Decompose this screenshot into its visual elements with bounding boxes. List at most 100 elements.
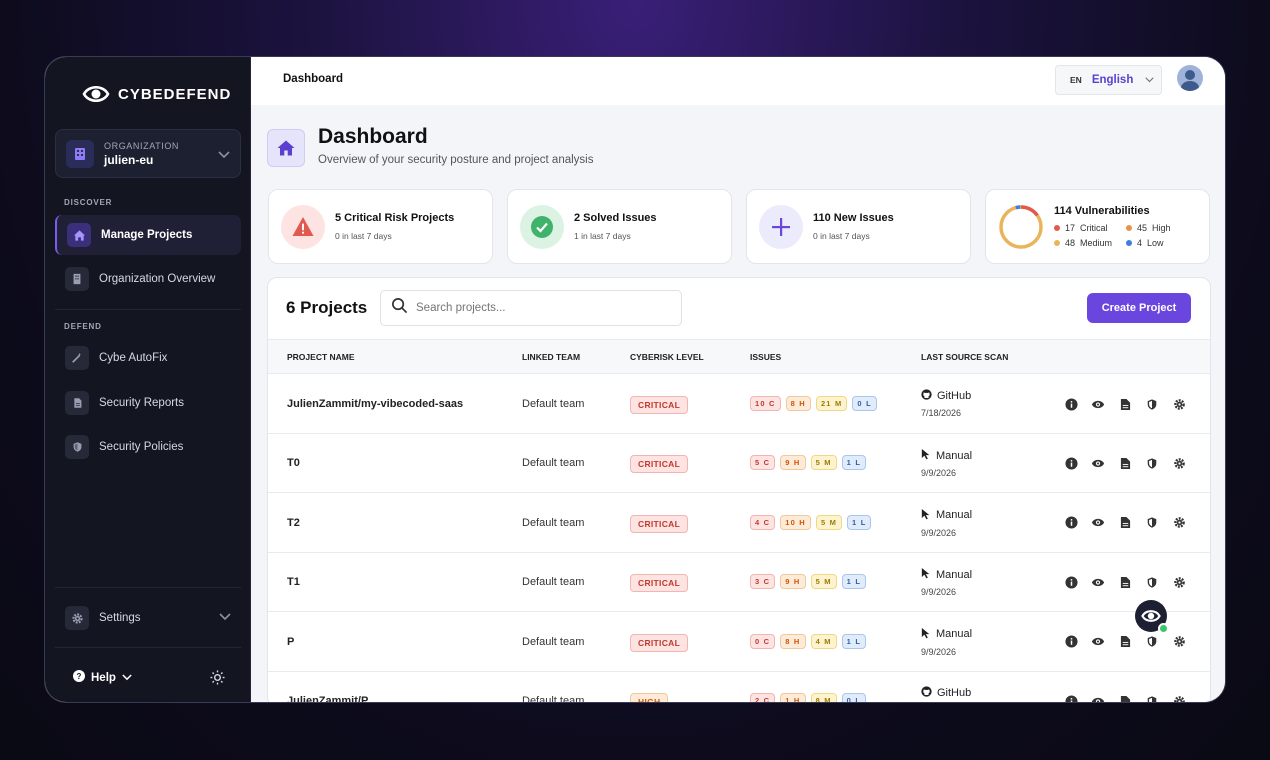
gear-icon[interactable] bbox=[1171, 574, 1187, 590]
high-count-badge: 8 H bbox=[785, 396, 811, 411]
table-row[interactable]: T0 Default team CRITICAL 5 C9 H5 M1 L Manual… bbox=[268, 434, 1210, 494]
document-icon[interactable] bbox=[1117, 455, 1133, 471]
project-name[interactable]: JulienZammit/P bbox=[287, 695, 368, 702]
document-icon[interactable] bbox=[1117, 515, 1133, 531]
row-actions bbox=[1063, 396, 1187, 412]
low-count-badge: 1 L bbox=[847, 514, 872, 530]
shield-icon[interactable] bbox=[1144, 634, 1160, 650]
stat-card-vulnerabilities[interactable]: 114 Vulnerabilities 17 Critical 45 High … bbox=[985, 189, 1210, 264]
stat-card-critical-projects[interactable]: 5 Critical Risk Projects 0 in last 7 day… bbox=[268, 189, 493, 264]
gear-icon[interactable] bbox=[1171, 515, 1187, 531]
online-status-dot bbox=[1158, 623, 1169, 634]
legend-critical: 17 Critical bbox=[1054, 223, 1126, 233]
sidebar-item-cybe-autofix[interactable]: Cybe AutoFix bbox=[55, 338, 241, 378]
stat-title: 110 New Issues bbox=[813, 212, 894, 224]
issue-counts: 3 C9 H5 M1 L bbox=[750, 574, 867, 590]
issue-counts: 2 C 1 H 8 M 0 L bbox=[750, 693, 867, 702]
scan-date: 9/9/2026 bbox=[921, 527, 957, 538]
sidebar-item-label: Organization Overview bbox=[99, 273, 216, 285]
building-icon bbox=[65, 267, 89, 291]
scan-source: GitHub bbox=[937, 390, 972, 402]
medium-count-badge: 4 M bbox=[810, 633, 837, 649]
sidebar-item-label: Security Policies bbox=[99, 441, 184, 453]
chevron-down-icon bbox=[122, 672, 132, 684]
chat-widget-button[interactable] bbox=[1135, 600, 1169, 634]
column-header-project-name[interactable]: PROJECT NAME bbox=[287, 352, 355, 362]
document-icon[interactable] bbox=[1117, 396, 1133, 412]
info-icon[interactable] bbox=[1063, 693, 1079, 702]
document-icon bbox=[65, 391, 89, 415]
linked-team: Default team bbox=[522, 635, 585, 648]
eye-logo-icon bbox=[82, 85, 110, 103]
cursor-icon bbox=[921, 627, 931, 642]
eye-icon[interactable] bbox=[1090, 455, 1106, 471]
info-icon[interactable] bbox=[1063, 396, 1079, 412]
stat-card-solved-issues[interactable]: 2 Solved Issues 1 in last 7 days bbox=[507, 189, 732, 264]
table-row[interactable]: T2 Default team CRITICAL 4 C 10 H5 M1 L Manua… bbox=[268, 494, 1210, 553]
column-header-linked-team[interactable]: LINKED TEAM bbox=[522, 352, 580, 362]
shield-icon[interactable] bbox=[1144, 396, 1160, 412]
high-count-badge: 8 H bbox=[780, 633, 806, 649]
sidebar-item-security-policies[interactable]: Security Policies bbox=[55, 427, 241, 467]
create-project-button[interactable]: Create Project bbox=[1087, 293, 1191, 323]
shield-icon[interactable] bbox=[1144, 574, 1160, 590]
shield-icon[interactable] bbox=[1144, 515, 1160, 531]
info-icon[interactable] bbox=[1063, 455, 1079, 471]
document-icon[interactable] bbox=[1117, 693, 1133, 702]
search-input[interactable] bbox=[416, 302, 666, 314]
sidebar-item-manage-projects[interactable]: Manage Projects bbox=[55, 215, 241, 255]
column-header-issues[interactable]: ISSUES bbox=[750, 352, 781, 362]
avatar[interactable] bbox=[1177, 65, 1203, 91]
eye-icon[interactable] bbox=[1090, 634, 1106, 650]
stat-card-new-issues[interactable]: 110 New Issues 0 in last 7 days bbox=[746, 189, 971, 264]
info-icon[interactable] bbox=[1063, 634, 1079, 650]
breadcrumb[interactable]: Dashboard bbox=[283, 73, 343, 85]
gear-icon[interactable] bbox=[1171, 396, 1187, 412]
table-row[interactable]: T1 Default team CRITICAL 3 C9 H5 M1 L Manual… bbox=[268, 553, 1210, 613]
table-row[interactable]: JulienZammit/my-vibecoded-saas Default te… bbox=[268, 375, 1210, 434]
sidebar-item-settings[interactable]: Settings bbox=[55, 598, 241, 638]
project-name[interactable]: T0 bbox=[287, 457, 300, 469]
table-row[interactable]: JulienZammit/P Default team HIGH 2 C 1 H 8 M 0… bbox=[268, 672, 1210, 702]
column-header-last-source-scan[interactable]: LAST SOURCE SCAN bbox=[921, 352, 1008, 362]
document-icon[interactable] bbox=[1117, 574, 1133, 590]
github-icon bbox=[921, 686, 932, 700]
document-icon[interactable] bbox=[1117, 634, 1133, 650]
gear-icon[interactable] bbox=[1171, 634, 1187, 650]
project-name[interactable]: JulienZammit/my-vibecoded-saas bbox=[287, 398, 463, 410]
project-name[interactable]: T2 bbox=[287, 517, 300, 529]
info-icon[interactable] bbox=[1063, 574, 1079, 590]
brand-logo[interactable]: CYBEDEFEND bbox=[82, 83, 231, 105]
gear-icon[interactable] bbox=[1171, 455, 1187, 471]
shield-icon[interactable] bbox=[1144, 455, 1160, 471]
low-count-badge: 1 L bbox=[841, 633, 867, 649]
help-menu[interactable]: ? Help bbox=[73, 670, 132, 685]
eye-icon[interactable] bbox=[1090, 693, 1106, 702]
last-source-scan: Manual 9/9/2026 bbox=[921, 448, 972, 478]
search-box[interactable] bbox=[380, 290, 682, 326]
info-icon[interactable] bbox=[1063, 515, 1079, 531]
shield-icon[interactable] bbox=[1144, 693, 1160, 702]
project-name[interactable]: T1 bbox=[287, 576, 300, 588]
medium-count-badge: 5 M bbox=[815, 514, 843, 530]
table-row[interactable]: P Default team CRITICAL 0 C8 H4 M1 L Manual 9… bbox=[268, 613, 1210, 672]
gear-icon[interactable] bbox=[1171, 693, 1187, 702]
eye-icon[interactable] bbox=[1090, 396, 1106, 412]
project-name[interactable]: P bbox=[287, 636, 294, 648]
eye-icon[interactable] bbox=[1090, 515, 1106, 531]
eye-logo-icon bbox=[1141, 610, 1161, 622]
sun-icon[interactable] bbox=[210, 670, 225, 688]
column-header-cyberisk-level[interactable]: CYBERISK LEVEL bbox=[630, 352, 704, 362]
legend-medium: 48 Medium bbox=[1054, 238, 1126, 248]
main-content: Dashboard EN English Dashboard Overview … bbox=[251, 57, 1225, 702]
organization-switcher[interactable]: ORGANIZATION julien-eu bbox=[55, 129, 241, 178]
stat-title: 2 Solved Issues bbox=[574, 212, 657, 224]
language-selector[interactable]: EN English bbox=[1055, 65, 1162, 95]
sidebar-item-organization-overview[interactable]: Organization Overview bbox=[55, 259, 241, 299]
sidebar-item-security-reports[interactable]: Security Reports bbox=[55, 383, 241, 423]
issue-counts: 4 C 10 H5 M1 L bbox=[750, 514, 872, 530]
stat-title: 5 Critical Risk Projects bbox=[335, 212, 455, 224]
scan-date: 9/9/2026 bbox=[921, 468, 957, 479]
eye-icon[interactable] bbox=[1090, 574, 1106, 590]
low-count-badge: 1 L bbox=[841, 455, 867, 471]
